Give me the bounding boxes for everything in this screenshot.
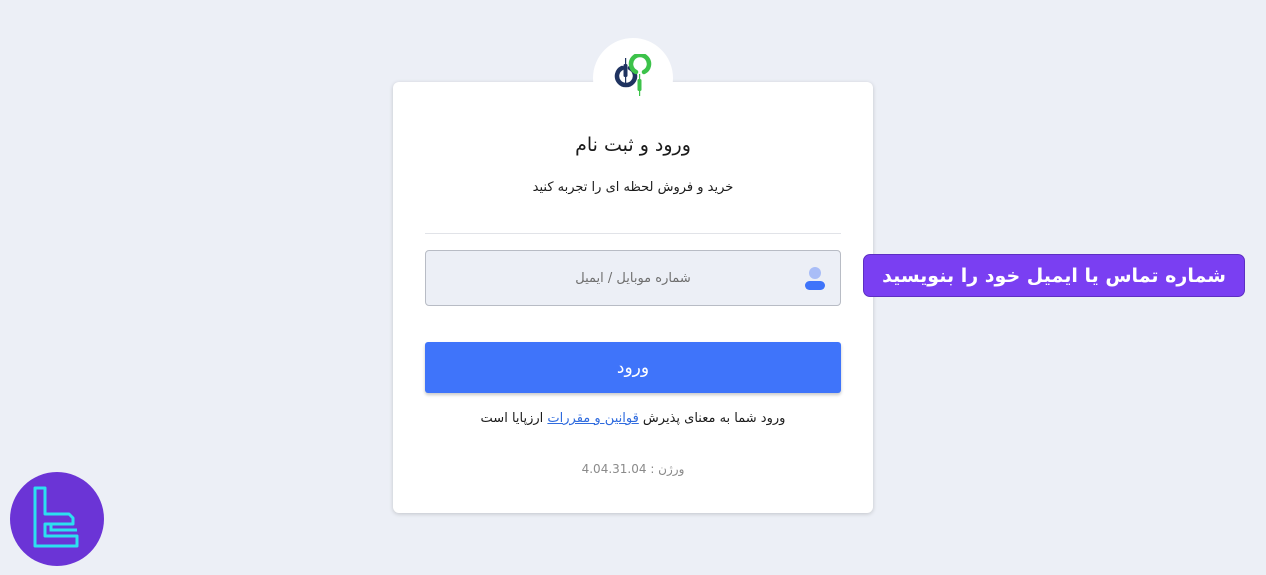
mobile-email-field-wrapper xyxy=(425,250,841,306)
terms-link[interactable]: قوانین و مقررات xyxy=(547,411,638,426)
page-title: ورود و ثبت نام xyxy=(575,134,691,156)
tradingfinder-logo-icon xyxy=(27,484,87,554)
instruction-callout: شماره تماس یا ایمیل خود را بنویسید xyxy=(863,254,1245,297)
version-text: ورژن : 4.04.31.04 xyxy=(581,462,685,476)
login-button[interactable]: ورود xyxy=(425,342,841,393)
divider xyxy=(425,233,841,234)
page: ورود و ثبت نام خرید و فروش لحظه ای را تج… xyxy=(0,0,1266,575)
terms-text: ورود شما به معنای پذیرش قوانین و مقررات … xyxy=(393,411,873,426)
login-card: ورود و ثبت نام خرید و فروش لحظه ای را تج… xyxy=(393,82,873,513)
logo-container xyxy=(593,38,673,118)
mobile-email-input[interactable] xyxy=(426,251,840,305)
terms-prefix: ورود شما به معنای پذیرش xyxy=(638,411,786,426)
brand-badge xyxy=(10,472,104,566)
terms-suffix: ارزپایا است xyxy=(480,411,548,426)
page-subtitle: خرید و فروش لحظه ای را تجربه کنید xyxy=(532,180,734,195)
arzpaya-logo-icon xyxy=(608,52,658,102)
user-icon xyxy=(804,265,826,291)
